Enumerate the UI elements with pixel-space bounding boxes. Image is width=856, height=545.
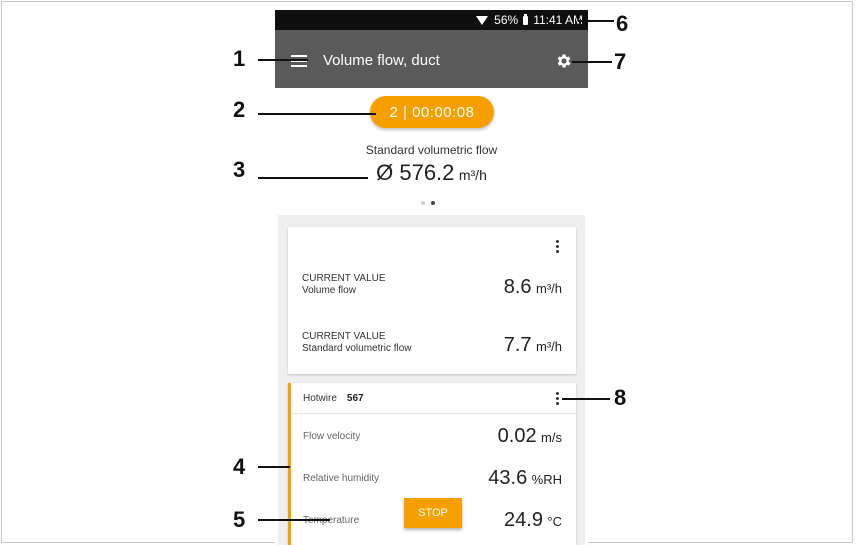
measurement-number: 43.6: [488, 467, 528, 489]
summary-label: Standard volumetric flow: [365, 143, 498, 157]
card-more-icon[interactable]: [556, 240, 560, 255]
stop-button[interactable]: STOP: [404, 498, 462, 528]
measurement-unit: °C: [547, 514, 562, 529]
measurement-timer-button[interactable]: 2 | 00:00:08: [370, 96, 494, 128]
battery-icon: [523, 13, 529, 25]
callout-number: 4: [233, 454, 246, 479]
callout-number: 7: [614, 49, 627, 74]
callout-line: [258, 466, 290, 468]
divider: [291, 413, 576, 414]
measurement-unit: %RH: [531, 472, 562, 487]
measurement-number: 24.9: [504, 509, 543, 531]
summary-number: Ø 576.2: [376, 160, 455, 185]
row-label: CURRENT VALUE Volume flow: [302, 273, 386, 297]
probe-header: Hotwire 567: [303, 393, 364, 404]
app-bar: Volume flow, duct: [275, 30, 588, 88]
summary-value: Ø 576.2 m³/h: [275, 160, 588, 186]
callout-number: 2: [233, 97, 246, 122]
measurement-label: Relative humidity: [303, 473, 380, 484]
page-dot[interactable]: [421, 201, 425, 205]
row-unit: m³/h: [536, 281, 562, 296]
row-value: 7.7 m³/h: [504, 334, 562, 357]
probe-id: 567: [346, 393, 364, 404]
probe-card: Hotwire 567 Flow velocity 0.02 m/s Relati…: [288, 383, 576, 545]
row-label-name: Standard volumetric flow: [302, 343, 412, 354]
row-number: 8.6: [503, 276, 532, 298]
callout-line: [258, 177, 368, 179]
menu-icon[interactable]: [291, 55, 307, 67]
app-title: Volume flow, duct: [323, 52, 440, 69]
callout-line: [562, 398, 610, 400]
callout-line: [258, 59, 308, 61]
callout-number: 8: [614, 385, 627, 410]
row-number: 7.7: [503, 334, 532, 356]
row-label: CURRENT VALUE Standard volumetric flow: [302, 331, 412, 355]
page-dot-active[interactable]: [431, 201, 435, 205]
phone-screen: 56% 11:41 AM Volume flow, duct 2 | 00:00…: [275, 10, 588, 545]
row-unit: m³/h: [536, 339, 562, 354]
status-bar: 56% 11:41 AM: [275, 10, 588, 30]
callout-number: 3: [233, 157, 246, 182]
probe-name: Hotwire: [303, 393, 337, 404]
page-indicator[interactable]: [421, 201, 435, 205]
callout-number: 5: [233, 507, 246, 532]
row-label-caption: CURRENT VALUE: [302, 331, 386, 342]
summary-unit: m³/h: [458, 167, 487, 183]
row-label-caption: CURRENT VALUE: [302, 273, 386, 284]
callout-number: 1: [233, 46, 246, 71]
probe-more-icon[interactable]: [556, 392, 560, 407]
callout-line: [258, 519, 330, 521]
settings-gear-icon[interactable]: [555, 52, 573, 70]
cards-panel: CURRENT VALUE Volume flow 8.6 m³/h CURRE…: [278, 215, 585, 545]
battery-level: 56%: [494, 13, 519, 27]
measurement-value: 43.6 %RH: [488, 467, 562, 490]
callout-number: 6: [616, 11, 629, 36]
row-label-name: Volume flow: [302, 285, 356, 296]
callout-line: [258, 113, 376, 115]
measurement-value: 24.9 °C: [504, 509, 562, 532]
row-value: 8.6 m³/h: [504, 276, 562, 299]
measurement-unit: m/s: [541, 430, 562, 445]
callout-line: [572, 61, 612, 63]
status-time: 11:41 AM: [533, 13, 583, 27]
measurement-label: Flow velocity: [303, 431, 361, 442]
callout-line: [578, 20, 614, 22]
wifi-icon: [476, 15, 489, 25]
measurement-number: 0.02: [497, 425, 537, 447]
current-values-card: CURRENT VALUE Volume flow 8.6 m³/h CURRE…: [288, 227, 576, 374]
measurement-value: 0.02 m/s: [498, 425, 562, 448]
